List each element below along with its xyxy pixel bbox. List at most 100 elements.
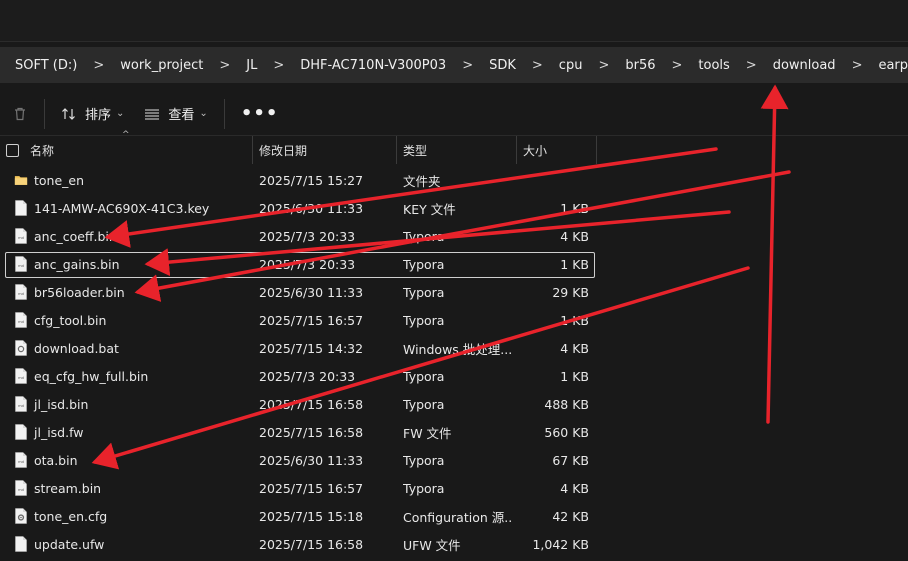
file-size: 42 KB: [552, 508, 589, 524]
file-row[interactable]: md br56loader.bin 2025/6/30 11:33 Typora 29 …: [0, 280, 908, 308]
file-type: Typora: [403, 480, 445, 496]
file-name: jl_isd.fw: [34, 424, 84, 440]
breadcrumb-separator-icon[interactable]: >: [740, 58, 763, 73]
breadcrumb-item[interactable]: download: [763, 47, 846, 83]
file-date: 2025/7/15 14:32: [259, 340, 364, 356]
file-row[interactable]: download.bat 2025/7/15 14:32 Windows 批处理..…: [0, 336, 908, 364]
more-options-button[interactable]: •••: [231, 98, 289, 130]
file-name: tone_en.cfg: [34, 508, 108, 524]
file-size: 29 KB: [552, 284, 589, 300]
breadcrumb-item[interactable]: DHF-AC710N-V300P03: [290, 47, 456, 83]
view-button[interactable]: 查看 ⌄: [134, 98, 217, 130]
file-row[interactable]: md eq_cfg_hw_full.bin 2025/7/3 20:33 Typora…: [0, 364, 908, 392]
file-type: Typora: [403, 228, 445, 244]
breadcrumb-separator-icon[interactable]: >: [267, 58, 290, 73]
file-row[interactable]: md jl_isd.bin 2025/7/15 16:58 Typora 488 KB: [0, 392, 908, 420]
file-name-cell: tone_en.cfg: [14, 504, 250, 528]
typora-file-icon: md: [14, 368, 28, 384]
breadcrumb-separator-icon[interactable]: >: [213, 58, 236, 73]
breadcrumb-item[interactable]: earphone: [868, 47, 908, 83]
svg-text:md: md: [18, 404, 24, 408]
breadcrumb-item[interactable]: SDK: [479, 47, 526, 83]
file-type: Typora: [403, 396, 445, 412]
svg-text:md: md: [18, 460, 24, 464]
typora-file-icon: md: [14, 256, 28, 272]
file-name-cell: download.bat: [14, 336, 250, 360]
breadcrumb-item[interactable]: tools: [688, 47, 739, 83]
file-size: 560 KB: [544, 424, 589, 440]
svg-text:md: md: [18, 376, 24, 380]
breadcrumb-separator-icon[interactable]: >: [592, 58, 615, 73]
file-name-cell: md cfg_tool.bin: [14, 308, 250, 332]
breadcrumb-label: JL: [246, 57, 258, 73]
file-name: tone_en: [34, 172, 85, 188]
file-date: 2025/7/3 20:33: [259, 256, 356, 272]
breadcrumb-separator-icon[interactable]: >: [87, 58, 110, 73]
breadcrumb-item[interactable]: JL: [236, 47, 267, 83]
column-header-size-label: 大小: [523, 143, 548, 158]
file-date: 2025/7/15 16:58: [259, 424, 364, 440]
command-bar: 排序 ⌄ 查看 ⌄ •••: [0, 92, 908, 136]
file-name-cell: 141-AMW-AC690X-41C3.key: [14, 196, 250, 220]
delete-button[interactable]: [2, 98, 38, 130]
breadcrumb-separator-icon[interactable]: >: [526, 58, 549, 73]
column-header-type[interactable]: 类型: [397, 136, 517, 164]
file-list: tone_en 2025/7/15 15:27 文件夹 141-AMW-AC690X-…: [0, 168, 908, 560]
breadcrumb-item[interactable]: work_project: [110, 47, 213, 83]
typora-file-icon: md: [14, 312, 28, 328]
file-name: anc_coeff.bin: [34, 228, 117, 244]
file-name-cell: update.ufw: [14, 532, 250, 556]
file-size: 67 KB: [552, 452, 589, 468]
file-date: 2025/7/3 20:33: [259, 228, 356, 244]
file-size: 1,042 KB: [532, 536, 589, 552]
breadcrumb-label: cpu: [558, 57, 583, 73]
file-name: 141-AMW-AC690X-41C3.key: [34, 200, 210, 216]
file-row[interactable]: update.ufw 2025/7/15 16:58 UFW 文件 1,042 KB: [0, 532, 908, 560]
file-row[interactable]: jl_isd.fw 2025/7/15 16:58 FW 文件 560 KB: [0, 420, 908, 448]
file-row[interactable]: md stream.bin 2025/7/15 16:57 Typora 4 KB: [0, 476, 908, 504]
breadcrumb-label: SOFT (D:): [15, 57, 78, 73]
breadcrumb-separator-icon[interactable]: >: [846, 58, 869, 73]
breadcrumb-separator-icon[interactable]: >: [456, 58, 479, 73]
file-row[interactable]: md ota.bin 2025/6/30 11:33 Typora 67 KB: [0, 448, 908, 476]
typora-file-icon: md: [14, 480, 28, 496]
column-header-date[interactable]: 修改日期: [253, 136, 397, 164]
column-header-row: ^ 名称 修改日期 类型 大小: [0, 130, 908, 164]
breadcrumb[interactable]: SOFT (D:) > work_project > JL > DHF-AC710N-V30…: [0, 47, 908, 83]
svg-text:md: md: [18, 320, 24, 324]
file-name: jl_isd.bin: [34, 396, 89, 412]
breadcrumb-label: earphone: [878, 57, 908, 73]
file-row[interactable]: md cfg_tool.bin 2025/7/15 16:57 Typora 1 KB: [0, 308, 908, 336]
file-row[interactable]: 141-AMW-AC690X-41C3.key 2025/6/30 11:33 KE…: [0, 196, 908, 224]
file-date: 2025/7/15 15:18: [259, 508, 364, 524]
file-size: 4 KB: [560, 480, 589, 496]
file-date: 2025/7/15 16:57: [259, 480, 364, 496]
file-name-cell: md anc_coeff.bin: [14, 224, 250, 248]
file-row[interactable]: md anc_coeff.bin 2025/7/3 20:33 Typora 4 KB: [0, 224, 908, 252]
sort-button[interactable]: 排序 ⌄: [51, 98, 134, 130]
breadcrumb-item[interactable]: cpu: [549, 47, 593, 83]
view-list-icon: [145, 108, 160, 120]
sort-ascending-icon: ^: [122, 130, 130, 140]
breadcrumb-separator-icon[interactable]: >: [665, 58, 688, 73]
file-size: 1 KB: [560, 312, 589, 328]
file-row[interactable]: md anc_gains.bin 2025/7/3 20:33 Typora 1 KB: [0, 252, 908, 280]
file-size: 1 KB: [560, 200, 589, 216]
file-date: 2025/7/15 16:58: [259, 396, 364, 412]
file-row[interactable]: tone_en 2025/7/15 15:27 文件夹: [0, 168, 908, 196]
typora-file-icon: md: [14, 396, 28, 412]
column-header-size[interactable]: 大小: [517, 136, 597, 164]
file-type: Typora: [403, 452, 445, 468]
sort-label: 排序: [85, 108, 112, 123]
breadcrumb-item[interactable]: SOFT (D:): [0, 47, 87, 83]
column-header-name[interactable]: ^ 名称: [0, 130, 253, 164]
file-type: Windows 批处理...: [403, 341, 511, 357]
file-icon: [14, 536, 28, 552]
breadcrumb-item[interactable]: br56: [615, 47, 665, 83]
file-name: update.ufw: [34, 536, 105, 552]
breadcrumb-label: download: [772, 57, 836, 73]
file-row[interactable]: tone_en.cfg 2025/7/15 15:18 Configuration …: [0, 504, 908, 532]
file-name-cell: tone_en: [14, 168, 250, 192]
file-name: stream.bin: [34, 480, 102, 496]
file-date: 2025/6/30 11:33: [259, 200, 364, 216]
